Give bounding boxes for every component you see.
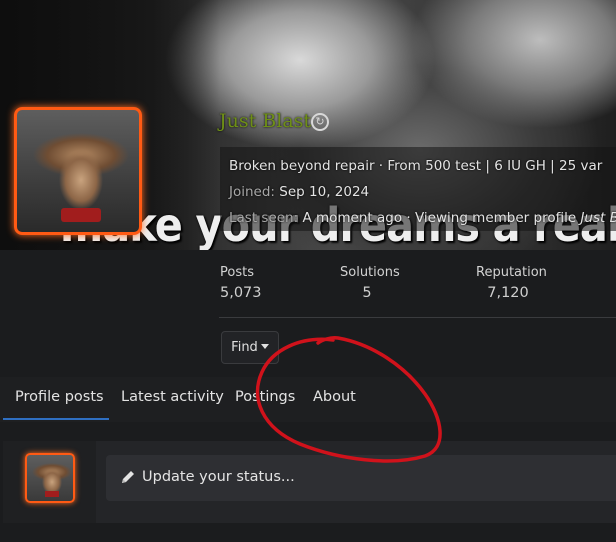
joined-value: Sep 10, 2024 (279, 184, 370, 200)
profile-info-box: Broken beyond repair · From 500 test | 6… (220, 147, 616, 231)
stat-label: Reputation (476, 265, 547, 280)
stat-value: 5,073 (220, 285, 262, 301)
stat-reputation[interactable]: Reputation 7,120 (476, 265, 547, 301)
joined-label: Joined: (229, 184, 275, 200)
custom-title: Broken beyond repair · From 500 test | 6… (229, 158, 603, 174)
composer-avatar-column (3, 441, 96, 523)
avatar-figure (61, 208, 101, 222)
last-seen-value: A moment ago · Viewing member profile (302, 210, 577, 226)
last-seen-label: Last seen: (229, 210, 299, 226)
find-button[interactable]: Find (221, 331, 279, 364)
tab-latest-activity[interactable]: Latest activity (121, 389, 224, 405)
last-seen-target-link[interactable]: Just Bla (580, 210, 616, 226)
stat-value: 5 (362, 285, 372, 301)
last-seen-row: Last seen: A moment ago · Viewing member… (229, 210, 616, 226)
avatar-figure (45, 491, 59, 497)
status-placeholder: Update your status... (142, 469, 295, 485)
pencil-icon (122, 471, 134, 483)
profile-username[interactable]: Just Blast (219, 110, 311, 132)
tab-postings[interactable]: Postings (235, 389, 295, 405)
find-label: Find (231, 340, 258, 355)
status-input[interactable]: Update your status... (106, 455, 616, 501)
stat-value: 7,120 (487, 285, 529, 301)
status-composer: Update your status... (3, 441, 616, 523)
tab-profile-posts[interactable]: Profile posts (15, 389, 104, 405)
stat-solutions[interactable]: Solutions 5 (340, 265, 400, 301)
stats-divider (219, 317, 616, 318)
profile-avatar[interactable] (14, 107, 142, 235)
profile-tabs: Profile posts Latest activity Postings A… (0, 377, 616, 422)
stat-label: Solutions (340, 265, 400, 280)
caret-down-icon (260, 344, 269, 349)
profile-banner: make your dreams a reality, re Just Blas… (0, 0, 616, 250)
tab-about[interactable]: About (313, 389, 356, 405)
spiral-badge-icon: ↻ (311, 113, 329, 131)
stat-label: Posts (220, 265, 254, 280)
active-tab-indicator (3, 418, 109, 420)
composer-avatar[interactable] (25, 453, 75, 503)
stat-posts[interactable]: Posts 5,073 (220, 265, 262, 301)
joined-row: Joined: Sep 10, 2024 (229, 184, 369, 200)
